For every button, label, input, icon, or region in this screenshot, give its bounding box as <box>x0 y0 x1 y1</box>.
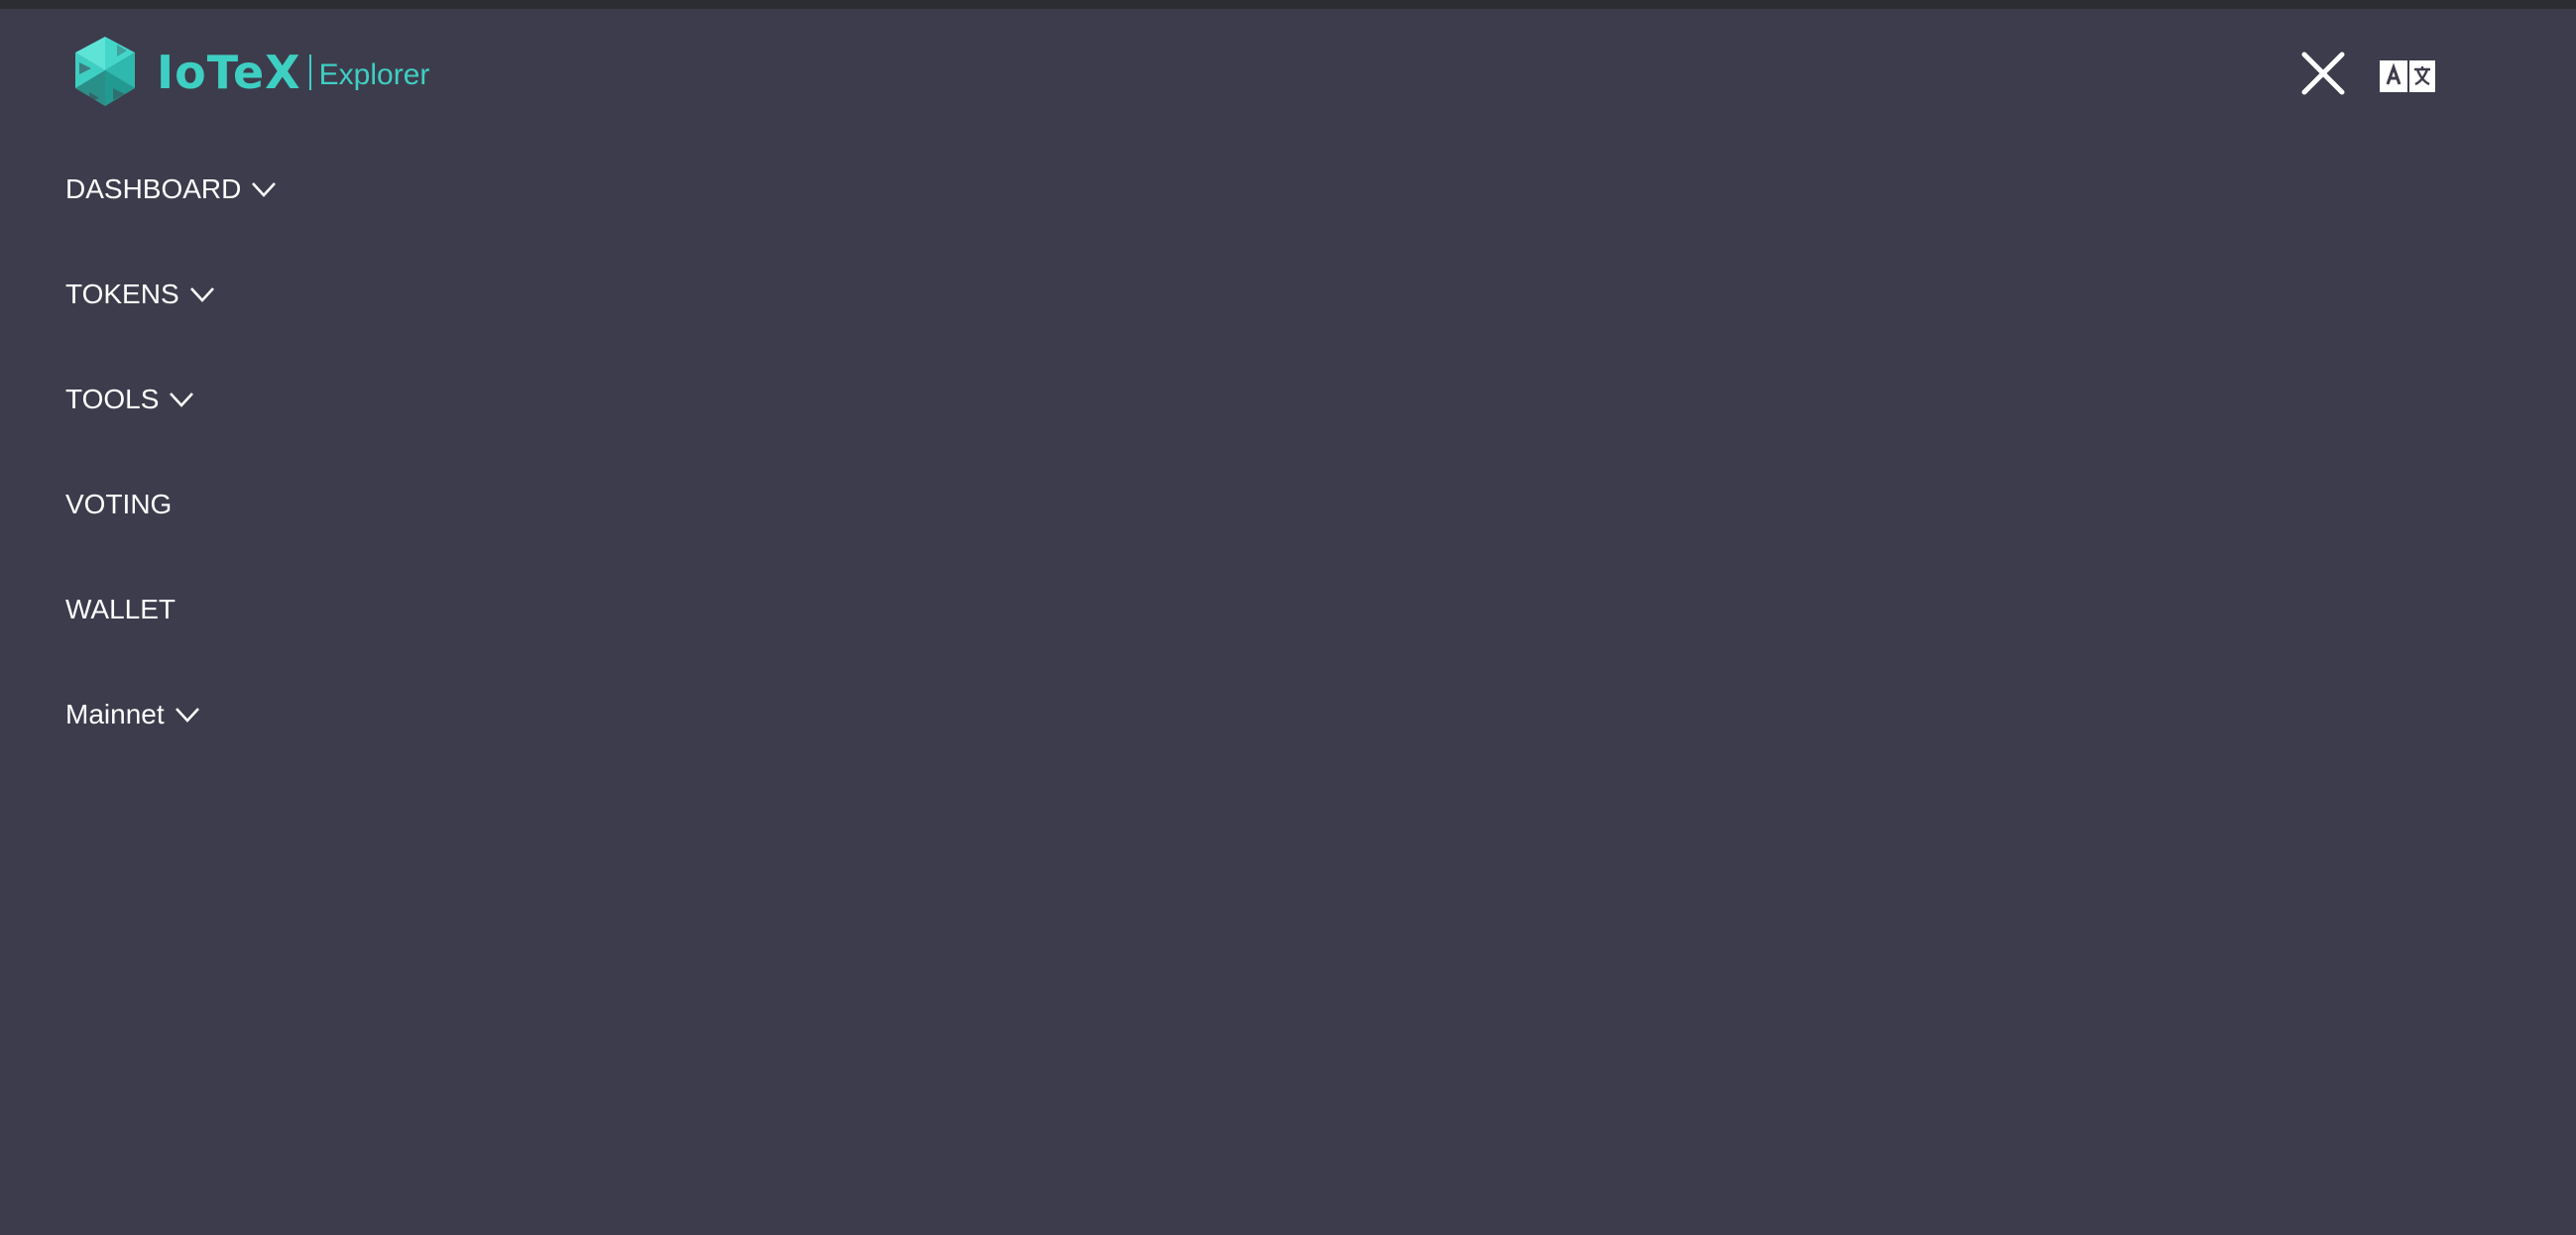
menu-item-tools: TOOLS <box>65 374 277 479</box>
menu-link-tokens[interactable]: TOKENS <box>65 269 215 320</box>
browser-top-strip <box>0 0 2576 9</box>
menu-link-wallet[interactable]: WALLET <box>65 584 176 635</box>
chevron-down-icon <box>252 182 277 197</box>
iotex-logo-icon <box>75 37 135 106</box>
brand-name: IoTeX <box>157 46 301 99</box>
network-selector[interactable]: Mainnet <box>65 689 200 740</box>
network-label: Mainnet <box>65 699 165 730</box>
chevron-down-icon <box>189 287 214 302</box>
menu-label-wallet: WALLET <box>65 594 176 624</box>
menu-label-tools: TOOLS <box>65 384 160 414</box>
menu-item-tokens: TOKENS <box>65 269 277 374</box>
brand-logo-link[interactable]: IoTeX Explorer <box>65 33 429 112</box>
translate-icon[interactable] <box>2380 60 2435 92</box>
close-icon[interactable] <box>2298 49 2348 98</box>
main-menu: DASHBOARD TOKENS TOOLS VOTING WALLET Mai… <box>65 164 277 794</box>
mobile-nav-overlay: IoTeX Explorer DASHBOARD TOKENS TOOLS VO… <box>0 9 2576 1235</box>
menu-label-tokens: TOKENS <box>65 279 179 309</box>
brand-subtitle: Explorer <box>318 58 430 91</box>
menu-item-wallet: WALLET <box>65 584 277 689</box>
chevron-down-icon <box>175 708 199 723</box>
menu-link-voting[interactable]: VOTING <box>65 479 172 530</box>
menu-label-dashboard: DASHBOARD <box>65 173 242 204</box>
menu-item-dashboard: DASHBOARD <box>65 164 277 269</box>
menu-link-dashboard[interactable]: DASHBOARD <box>65 164 277 215</box>
chevron-down-icon <box>170 393 194 407</box>
menu-link-tools[interactable]: TOOLS <box>65 374 194 425</box>
brand-divider <box>308 55 311 90</box>
menu-item-network: Mainnet <box>65 689 277 794</box>
menu-label-voting: VOTING <box>65 489 173 519</box>
menu-item-voting: VOTING <box>65 479 277 584</box>
